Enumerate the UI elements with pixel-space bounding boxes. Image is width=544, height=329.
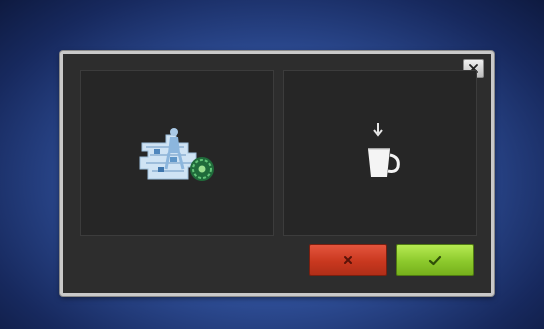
preview-panel-left	[80, 70, 274, 236]
bobbin-cup-arrow-icon	[368, 123, 400, 177]
preview-panel-right	[283, 70, 477, 236]
checkmark-icon	[428, 255, 442, 265]
ok-button[interactable]	[396, 244, 474, 276]
cancel-button[interactable]	[309, 244, 387, 276]
screen-background	[0, 0, 544, 329]
close-icon	[344, 256, 352, 264]
embroidery-design-icon	[139, 128, 214, 181]
confirmation-dialog	[60, 51, 494, 296]
